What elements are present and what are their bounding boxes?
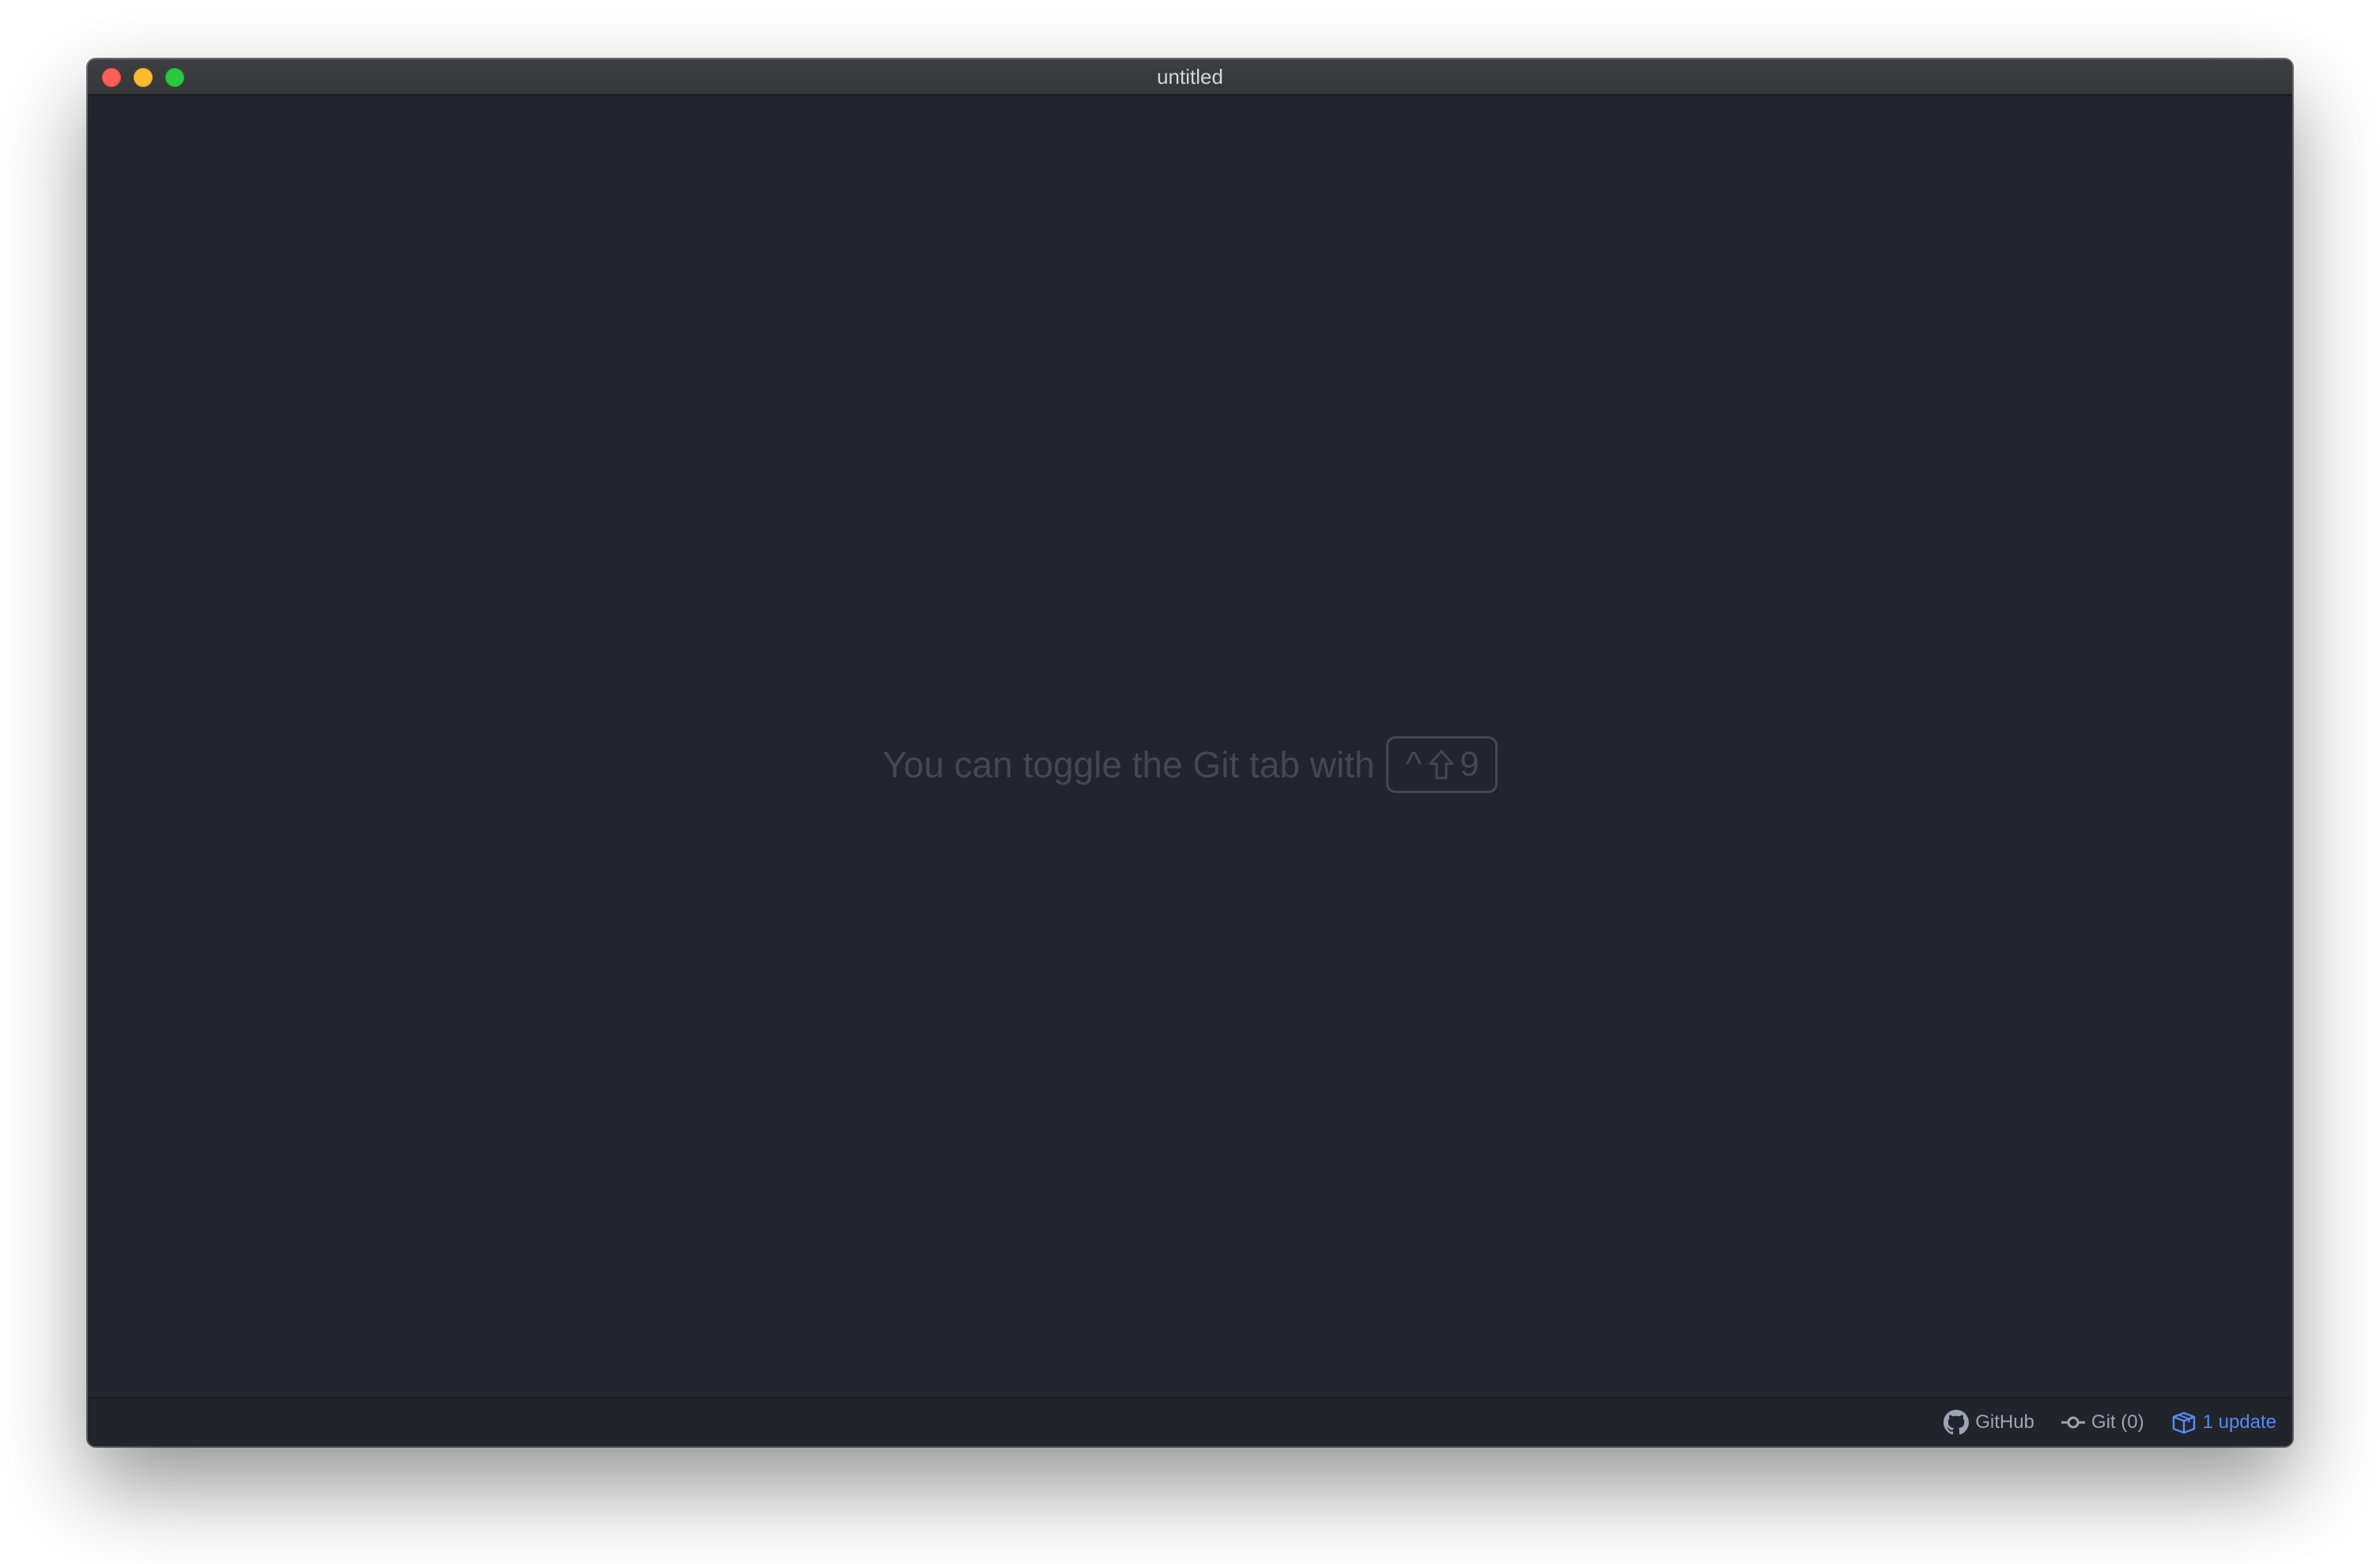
package-updates-button[interactable]: 1 update: [2171, 1411, 2276, 1434]
workspace-pane[interactable]: You can toggle the Git tab with ^ 9: [88, 96, 2292, 1399]
window-title: untitled: [1157, 65, 1223, 89]
editor-window: untitled You can toggle the Git tab with…: [88, 59, 2292, 1446]
github-label: GitHub: [1975, 1411, 2034, 1433]
github-tab-toggle[interactable]: GitHub: [1944, 1410, 2034, 1435]
github-mark-icon: [1944, 1410, 1970, 1435]
status-bar: GitHub Git (0) 1 update: [88, 1397, 2292, 1446]
key-nine: 9: [1460, 745, 1479, 784]
hint-text: You can toggle the Git tab with: [882, 744, 1375, 785]
git-commit-icon: [2061, 1415, 2085, 1430]
git-tab-toggle[interactable]: Git (0): [2061, 1411, 2144, 1434]
keybinding-badge: ^ 9: [1385, 736, 1498, 793]
shift-arrow-icon: [1428, 749, 1455, 780]
update-label: 1 update: [2202, 1411, 2276, 1433]
git-label: Git (0): [2091, 1411, 2144, 1433]
ctrl-key-symbol: ^: [1405, 745, 1422, 784]
package-icon: [2171, 1411, 2197, 1434]
status-bar-right: GitHub Git (0) 1 update: [1917, 1399, 2276, 1446]
git-tab-hint: You can toggle the Git tab with ^ 9: [88, 736, 2292, 793]
title-bar[interactable]: untitled: [88, 59, 2292, 96]
